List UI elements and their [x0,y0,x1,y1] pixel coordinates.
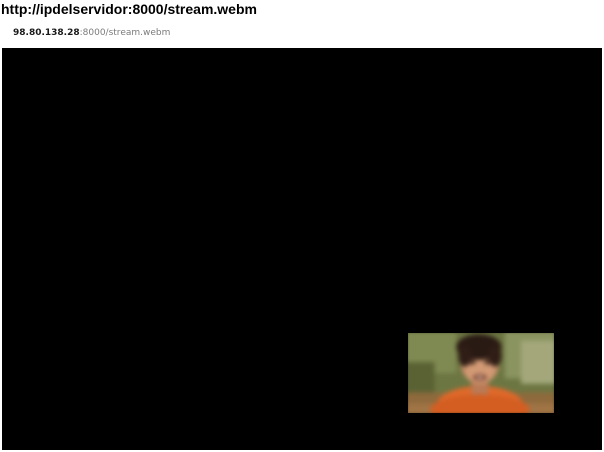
video-frame-image [408,333,554,413]
address-host: 98.80.138.28 [13,28,80,38]
address-bar[interactable]: 98.80.138.28:8000/stream.webm [0,24,604,42]
page-heading: http://ipdelservidor:8000/stream.webm [1,1,257,17]
video-frame [408,333,554,413]
address-path: :8000/stream.webm [79,28,171,38]
address-text: 98.80.138.28:8000/stream.webm [13,24,170,42]
video-player[interactable] [2,48,602,450]
